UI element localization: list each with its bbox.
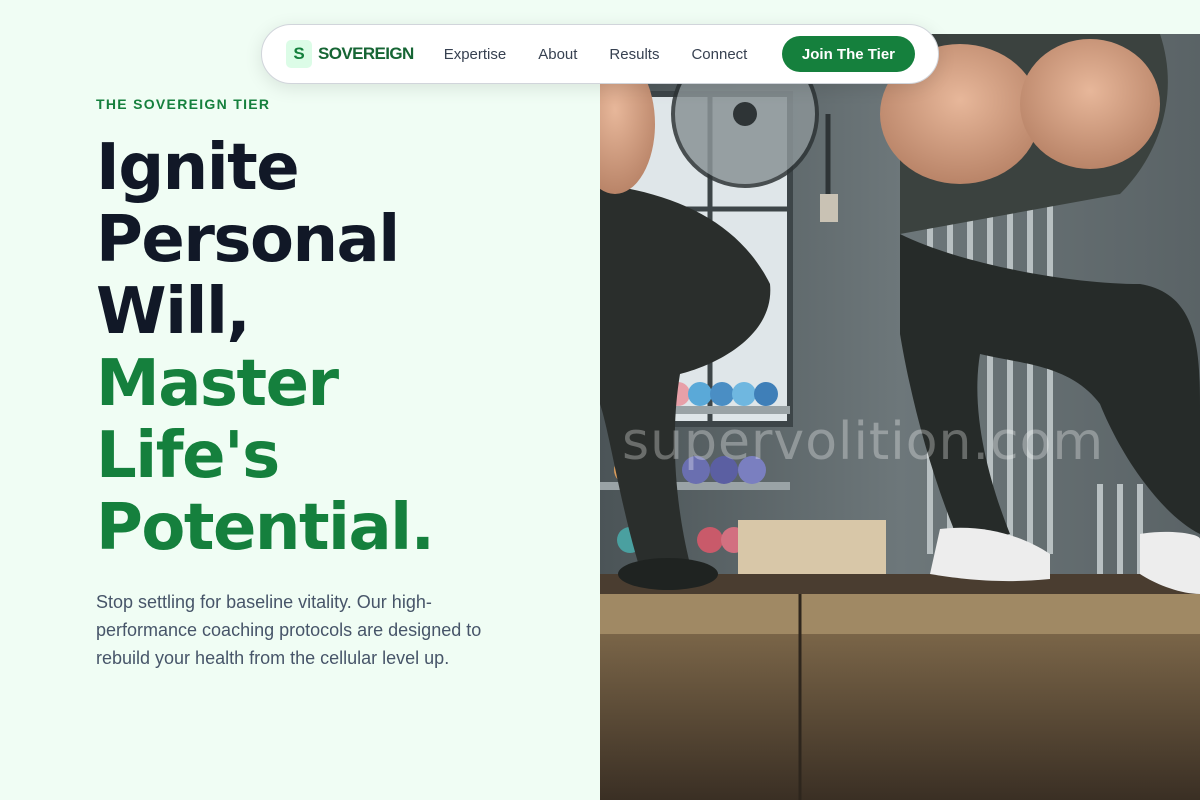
hero-eyebrow: THE SOVEREIGN TIER — [96, 96, 271, 112]
brand-logo[interactable]: S SOVEREIGN — [286, 40, 414, 68]
nav-link-results[interactable]: Results — [609, 46, 659, 63]
headline-line-accent: Potential. — [96, 491, 435, 565]
headline-line: Ignite — [96, 131, 300, 205]
hero-subtext: Stop settling for baseline vitality. Our… — [96, 592, 482, 668]
logo-icon: S — [286, 40, 312, 68]
hero-headline: Ignite Personal Will, Master Life's Pote… — [96, 131, 435, 565]
headline-line-accent: Life's — [96, 419, 280, 493]
watermark-text: supervolition.com — [622, 412, 1105, 472]
nav-links: Expertise About Results Connect — [444, 46, 748, 63]
nav-link-about[interactable]: About — [538, 46, 577, 63]
headline-line: Personal — [96, 203, 400, 277]
brand-name: SOVEREIGN — [318, 44, 414, 63]
nav-link-connect[interactable]: Connect — [691, 46, 747, 63]
join-the-tier-button[interactable]: Join The Tier — [781, 36, 915, 72]
nav-link-expertise[interactable]: Expertise — [444, 46, 507, 63]
headline-line: Will, — [96, 275, 251, 349]
top-navbar: S SOVEREIGN Expertise About Results Conn… — [261, 24, 939, 84]
headline-line-accent: Master — [96, 347, 339, 421]
